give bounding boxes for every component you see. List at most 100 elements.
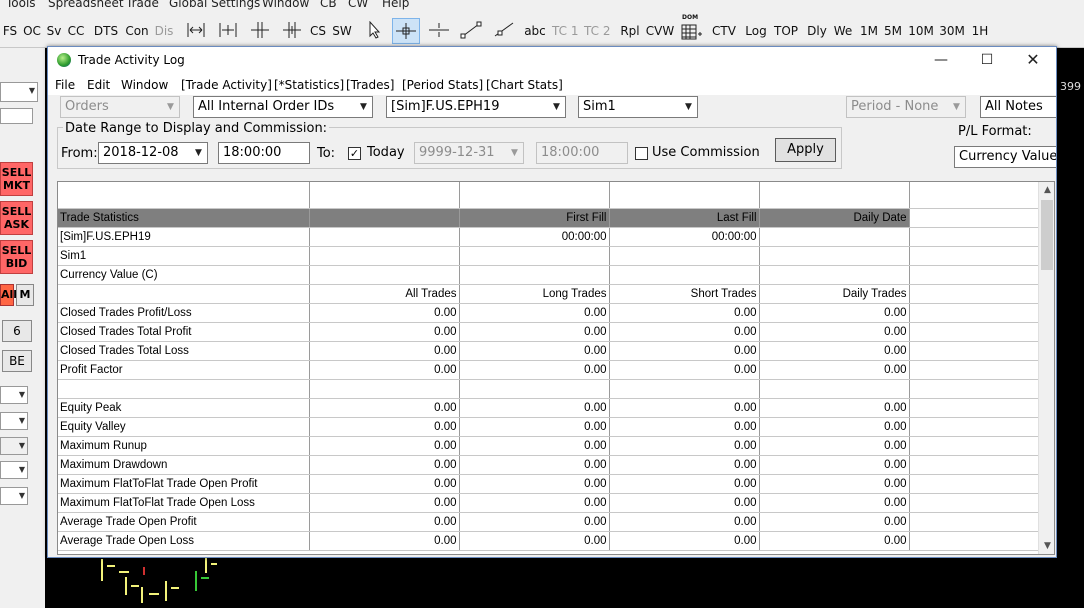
compress-horizontal-icon[interactable] [216,18,240,44]
close-icon[interactable]: ✕ [1010,47,1056,75]
10m-button[interactable]: 10M [907,18,935,44]
app-menu-tools[interactable]: Tools [6,0,36,10]
5m-button[interactable]: 5M [882,18,904,44]
menu-chart-stats[interactable]: [Chart Stats] [486,78,563,92]
sell-bid-label-1: SELL [1,244,32,257]
crosshair-icon[interactable] [392,18,420,44]
ray-tool-icon[interactable] [490,18,516,44]
order-id-select[interactable]: All Internal Order IDs ▼ [193,96,373,118]
scroll-up-icon[interactable]: ▲ [1039,182,1054,198]
menu-file[interactable]: File [55,78,75,92]
sell-bid-button[interactable]: SELL BID [0,240,33,274]
stat-value: 0.00 [759,512,910,532]
all-button[interactable]: All [0,284,17,306]
app-menu-cw[interactable]: CW [348,0,368,10]
oc-button[interactable]: OC [22,18,42,44]
app-menu-global-settings[interactable]: Global Settings [169,0,260,10]
cs-button[interactable]: CS [308,18,328,44]
left-dropdown-6[interactable]: ▼ [0,487,28,505]
left-dropdown-3[interactable]: ▼ [0,412,28,430]
to-time-field[interactable]: 18:00:00 [536,142,628,164]
table-cell [909,512,1040,532]
notes-select[interactable]: All Notes [980,96,1056,118]
stat-value: 0.00 [609,493,760,513]
table-row: Closed Trades Total Loss 0.00 0.00 0.00 … [58,341,1040,361]
menu-statistics[interactable]: [*Statistics] [274,78,344,92]
we-button[interactable]: We [832,18,854,44]
table-cell: [Sim]F.US.EPH19 [58,227,310,247]
period-select-value: Period - None [851,99,939,114]
type-select[interactable]: Orders ▼ [60,96,180,118]
scrollbar-thumb[interactable] [1041,200,1053,270]
scroll-down-icon[interactable]: ▼ [1039,538,1054,554]
horizontal-cursor-icon[interactable] [426,18,452,44]
period-select[interactable]: Period - None ▼ [846,96,966,118]
tc2-button[interactable]: TC 2 [584,18,610,44]
left-dropdown-1[interactable]: ▼ [0,82,38,102]
be-button[interactable]: BE [2,350,32,372]
account-select[interactable]: Sim1 ▼ [578,96,698,118]
menu-period-stats[interactable]: [Period Stats] [402,78,483,92]
m-button[interactable]: M [16,284,34,306]
tc1-button[interactable]: TC 1 [552,18,578,44]
grid-dom-icon[interactable]: DOM [678,14,706,44]
ctv-button[interactable]: CTV [710,18,738,44]
statistics-grid[interactable]: Trade Statistics First Fill Last Fill Da… [57,181,1055,555]
dly-button[interactable]: Dly [806,18,828,44]
cc-button[interactable]: CC [66,18,86,44]
line-tool-icon[interactable] [458,18,484,44]
expand-horizontal-icon[interactable] [184,18,208,44]
vertical-scrollbar[interactable]: ▲ ▼ [1038,182,1054,554]
1h-button[interactable]: 1H [969,18,991,44]
from-time-field[interactable]: 18:00:00 [218,142,310,164]
use-commission-checkbox[interactable] [635,147,648,160]
dts-button[interactable]: DTS [92,18,120,44]
sv-button[interactable]: Sv [45,18,63,44]
symbol-select[interactable]: [Sim]F.US.EPH19 ▼ [386,96,566,118]
minimize-icon[interactable]: — [918,47,964,75]
from-date-picker[interactable]: 2018-12-08 ▼ [98,142,208,164]
sell-mkt-button[interactable]: SELL MKT [0,162,33,196]
menu-window[interactable]: Window [121,78,168,92]
app-menu-help[interactable]: Help [382,0,409,10]
table-row [58,182,1040,209]
app-menu-window[interactable]: Window [262,0,309,10]
left-field[interactable] [0,108,33,124]
dis-button[interactable]: Dis [153,18,175,44]
menu-trades[interactable]: [Trades] [346,78,394,92]
pointer-icon[interactable] [364,18,386,44]
today-checkbox[interactable]: ✓ [348,147,361,160]
30m-button[interactable]: 30M [938,18,966,44]
stat-value: 0.00 [609,303,760,323]
merge-vertical-icon[interactable] [280,18,304,44]
con-button[interactable]: Con [124,18,150,44]
stat-value: 0.00 [609,398,760,418]
abc-button[interactable]: abc [523,18,547,44]
window-title: Trade Activity Log [78,53,185,67]
log-button[interactable]: Log [744,18,768,44]
apply-button[interactable]: Apply [775,138,836,162]
chart-area[interactable] [45,557,1084,608]
fs-button[interactable]: FS [2,18,18,44]
rpl-button[interactable]: Rpl [619,18,641,44]
maximize-icon[interactable]: ☐ [964,47,1010,75]
app-menu-trade[interactable]: Trade [126,0,159,10]
pl-format-select[interactable]: Currency Value ( [954,146,1056,168]
menu-edit[interactable]: Edit [87,78,110,92]
table-row: Equity Valley 0.00 0.00 0.00 0.00 [58,417,1040,437]
sell-ask-button[interactable]: SELL ASK [0,201,33,235]
menu-trade-activity[interactable]: [Trade Activity] [181,78,272,92]
left-dropdown-4[interactable]: ▼ [0,437,28,455]
cvw-button[interactable]: CVW [645,18,675,44]
top-button[interactable]: TOP [772,18,800,44]
app-menu-spreadsheet[interactable]: Spreadsheet [48,0,124,10]
sw-button[interactable]: SW [331,18,353,44]
app-menu-cb[interactable]: CB [320,0,337,10]
title-bar[interactable]: Trade Activity Log — ☐ ✕ [48,47,1056,75]
left-dropdown-5[interactable]: ▼ [0,461,28,479]
split-vertical-icon[interactable] [248,18,272,44]
quantity-six[interactable]: 6 [2,320,32,342]
1m-button[interactable]: 1M [858,18,880,44]
left-dropdown-2[interactable]: ▼ [0,386,28,404]
to-date-picker[interactable]: 9999-12-31 ▼ [414,142,524,164]
